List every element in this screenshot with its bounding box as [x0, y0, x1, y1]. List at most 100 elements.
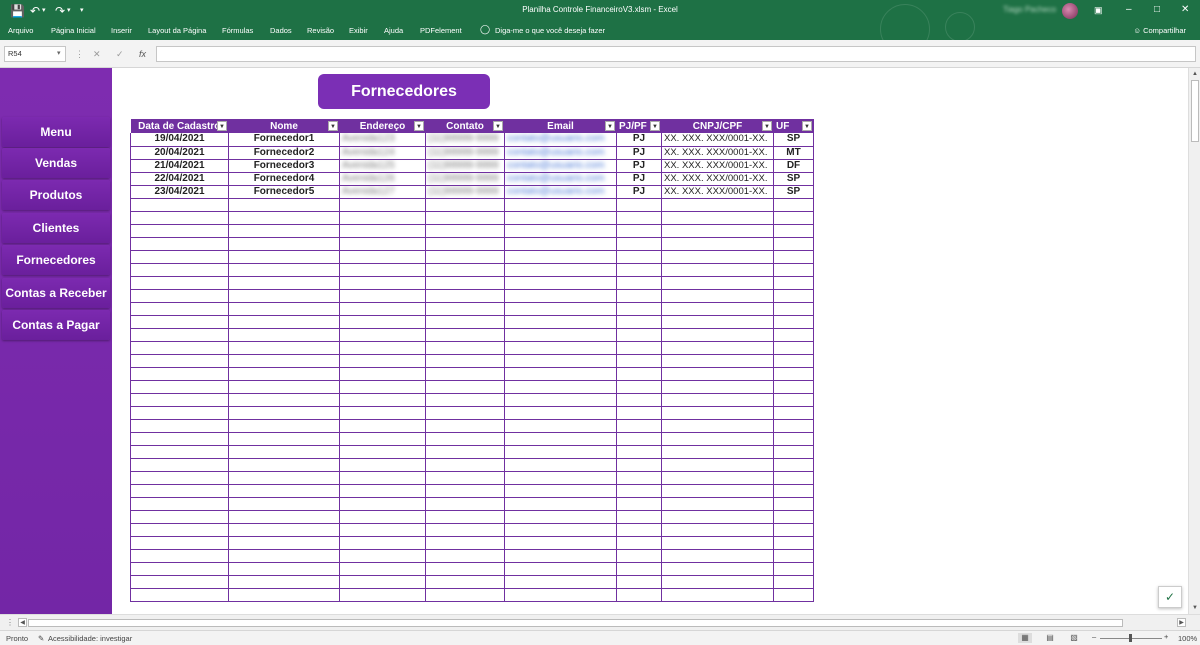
tab-revisao[interactable]: Revisão	[307, 26, 334, 35]
cell-cnpj-cpf[interactable]	[661, 484, 774, 498]
cell-endereco[interactable]	[339, 367, 426, 381]
cell-uf[interactable]	[773, 341, 814, 355]
cell-contato[interactable]	[425, 354, 505, 368]
table-row[interactable]	[130, 315, 814, 329]
table-row[interactable]	[130, 536, 814, 550]
table-row[interactable]	[130, 367, 814, 381]
cell-nome[interactable]	[228, 432, 340, 446]
cell-pj-pf[interactable]	[616, 289, 662, 303]
cell-pj-pf[interactable]	[616, 302, 662, 316]
cell-nome[interactable]	[228, 302, 340, 316]
cell-pj-pf[interactable]	[616, 497, 662, 511]
cell-email[interactable]	[504, 406, 617, 420]
cell-contato[interactable]	[425, 484, 505, 498]
cell-contato[interactable]	[425, 250, 505, 264]
cell-uf[interactable]	[773, 497, 814, 511]
chevron-down-icon[interactable]: ▾	[57, 46, 61, 62]
sidebar-item-fornecedores[interactable]: Fornecedores	[2, 245, 110, 275]
cell-email[interactable]	[504, 536, 617, 550]
sidebar-item-menu[interactable]: Menu	[2, 117, 110, 147]
tab-formulas[interactable]: Fórmulas	[222, 26, 253, 35]
cell-email[interactable]	[504, 302, 617, 316]
cell-endereco[interactable]	[339, 510, 426, 524]
accessibility-status[interactable]: Acessibilidade: investigar	[48, 634, 132, 643]
cell-contato[interactable]	[425, 588, 505, 602]
cell-cnpj-cpf[interactable]	[661, 432, 774, 446]
cell-email[interactable]	[504, 328, 617, 342]
cell-uf[interactable]	[773, 432, 814, 446]
horizontal-scrollbar[interactable]: ⋮ ◀ ▶	[0, 614, 1200, 630]
cell-endereco[interactable]	[339, 250, 426, 264]
cell-endereco[interactable]	[339, 393, 426, 407]
cell-uf[interactable]	[773, 549, 814, 563]
cell-pj-pf[interactable]	[616, 250, 662, 264]
cell-nome[interactable]	[228, 562, 340, 576]
table-row[interactable]	[130, 549, 814, 563]
cell-email[interactable]	[504, 419, 617, 433]
cell-endereco[interactable]	[339, 445, 426, 459]
cell-uf[interactable]	[773, 588, 814, 602]
filter-dropdown-icon[interactable]: ▼	[762, 121, 772, 131]
cell-endereco[interactable]	[339, 497, 426, 511]
cell-cnpj-cpf[interactable]: XX. XXX. XXX/0001-XX.	[661, 185, 774, 199]
cell-pj-pf[interactable]	[616, 510, 662, 524]
cell-data-cadastro[interactable]	[130, 354, 229, 368]
cell-uf[interactable]	[773, 302, 814, 316]
cell-nome[interactable]	[228, 588, 340, 602]
cell-uf[interactable]	[773, 458, 814, 472]
table-row[interactable]	[130, 575, 814, 589]
cell-email[interactable]: contato@usuario.com	[504, 146, 617, 160]
cell-data-cadastro[interactable]	[130, 263, 229, 277]
cell-nome[interactable]: Fornecedor4	[228, 172, 340, 186]
ribbon-display-options-icon[interactable]: ▣	[1094, 3, 1103, 17]
cell-endereco[interactable]	[339, 549, 426, 563]
cell-endereco[interactable]	[339, 302, 426, 316]
cell-nome[interactable]	[228, 510, 340, 524]
cell-cnpj-cpf[interactable]	[661, 328, 774, 342]
cell-uf[interactable]: DF	[773, 159, 814, 173]
cell-nome[interactable]	[228, 497, 340, 511]
cell-email[interactable]	[504, 380, 617, 394]
user-name[interactable]: Tiago Pacheco	[1003, 5, 1056, 14]
table-row[interactable]: 21/04/2021 Fornecedor3 Avenida125 (11)99999…	[130, 159, 814, 173]
cell-contato[interactable]	[425, 198, 505, 212]
tab-dados[interactable]: Dados	[270, 26, 292, 35]
page-layout-view-icon[interactable]: ▤	[1043, 633, 1057, 643]
cell-cnpj-cpf[interactable]	[661, 536, 774, 550]
cell-cnpj-cpf[interactable]	[661, 445, 774, 459]
cell-email[interactable]	[504, 341, 617, 355]
cell-data-cadastro[interactable]	[130, 276, 229, 290]
tab-pagina-inicial[interactable]: Página Inicial	[51, 26, 96, 35]
filter-dropdown-icon[interactable]: ▼	[414, 121, 424, 131]
cell-email[interactable]	[504, 458, 617, 472]
cell-data-cadastro[interactable]	[130, 497, 229, 511]
cell-cnpj-cpf[interactable]	[661, 237, 774, 251]
cell-cnpj-cpf[interactable]	[661, 276, 774, 290]
sheet-tab-splitter-icon[interactable]: ⋮	[6, 618, 14, 627]
cell-data-cadastro[interactable]	[130, 588, 229, 602]
cell-endereco[interactable]	[339, 536, 426, 550]
cell-nome[interactable]	[228, 380, 340, 394]
cell-pj-pf[interactable]	[616, 224, 662, 238]
cell-data-cadastro[interactable]	[130, 536, 229, 550]
cell-endereco[interactable]	[339, 432, 426, 446]
cell-data-cadastro[interactable]	[130, 523, 229, 537]
table-row[interactable]	[130, 211, 814, 225]
page-break-view-icon[interactable]: ▧	[1067, 633, 1081, 643]
cell-pj-pf[interactable]: PJ	[616, 185, 662, 199]
cell-endereco[interactable]	[339, 211, 426, 225]
cell-email[interactable]: contato@usuario.com	[504, 172, 617, 186]
cell-contato[interactable]	[425, 341, 505, 355]
cell-contato[interactable]	[425, 549, 505, 563]
sidebar-item-vendas[interactable]: Vendas	[2, 148, 110, 178]
cell-uf[interactable]	[773, 406, 814, 420]
cell-nome[interactable]: Fornecedor5	[228, 185, 340, 199]
vertical-scrollbar[interactable]: ▲ ▼	[1188, 68, 1200, 614]
cell-email[interactable]	[504, 250, 617, 264]
cell-nome[interactable]	[228, 445, 340, 459]
tab-pdfelement[interactable]: PDFelement	[420, 26, 462, 35]
scroll-up-icon[interactable]: ▲	[1191, 70, 1199, 78]
table-row[interactable]	[130, 445, 814, 459]
cell-endereco[interactable]: Avenida124	[339, 146, 426, 160]
cell-email[interactable]	[504, 562, 617, 576]
